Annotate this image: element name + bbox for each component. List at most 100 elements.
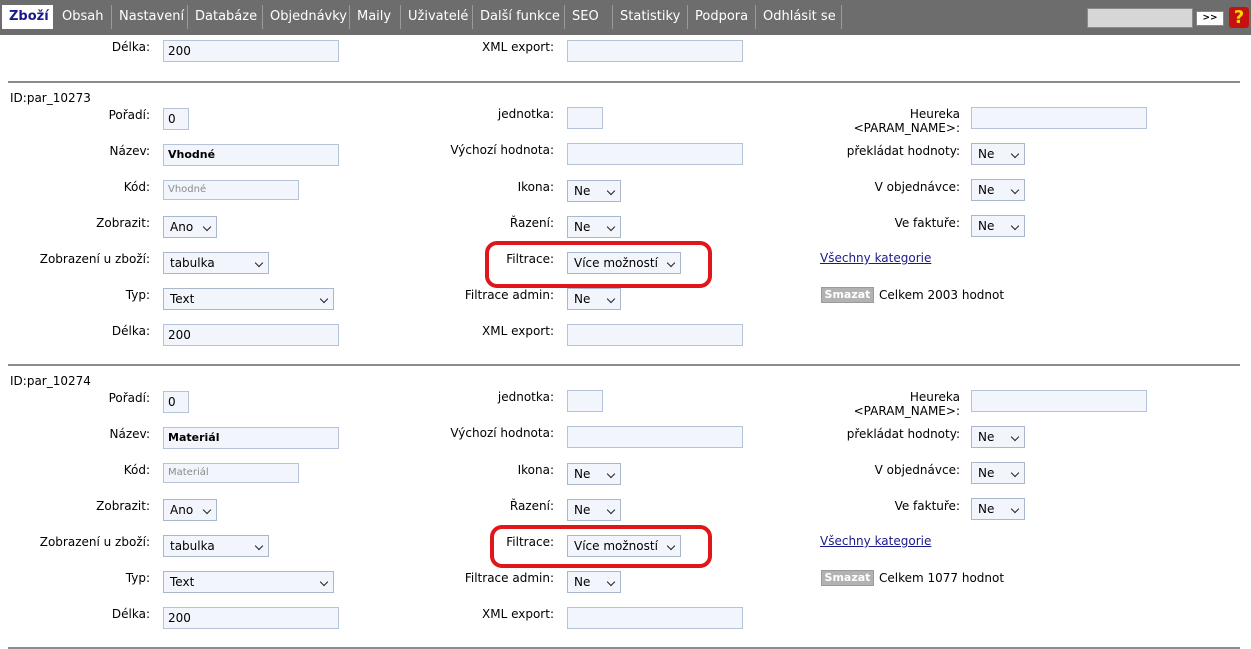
chevron-down-icon	[254, 258, 264, 268]
delete-button[interactable]: Smazat	[821, 570, 874, 586]
razeni-value: Ne	[574, 220, 591, 234]
section-divider	[8, 364, 1240, 366]
xml-export-label: XML export:	[482, 607, 554, 621]
search-go-button[interactable]: >>	[1196, 11, 1224, 26]
typ-label: Typ:	[125, 288, 150, 302]
chevron-down-icon	[606, 469, 616, 479]
zobrazeni-value: tabulka	[170, 539, 215, 553]
filtrace-admin-select[interactable]: Ne	[567, 571, 621, 593]
delka-input[interactable]: 200	[163, 40, 339, 62]
nav-item-zbozi[interactable]: Zboží	[2, 5, 53, 29]
help-icon[interactable]: ?	[1229, 7, 1249, 28]
nav-item-odhlasit[interactable]: Odhlásit se	[756, 5, 842, 29]
chevron-down-icon	[666, 541, 676, 551]
chevron-down-icon	[606, 222, 616, 232]
poradi-input[interactable]: 0	[163, 108, 189, 130]
vychozi-hodnota-input[interactable]	[567, 426, 743, 448]
razeni-select[interactable]: Ne	[567, 499, 621, 521]
values-count: Celkem 2003 hodnot	[879, 288, 1005, 302]
nazev-input[interactable]: Materiál	[163, 427, 339, 449]
ve-fakture-label: Ve faktuře:	[894, 216, 960, 230]
zobrazeni-label: Zobrazení u zboží:	[39, 535, 150, 549]
nav-item-objednavky[interactable]: Objednávky	[263, 5, 350, 29]
zobrazeni-select[interactable]: tabulka	[163, 535, 269, 557]
nav-item-maily[interactable]: Maily	[350, 5, 401, 29]
zobrazeni-select[interactable]: tabulka	[163, 252, 269, 274]
ve-fakture-value: Ne	[978, 219, 995, 233]
v-objednavce-label: V objednávce:	[874, 463, 960, 477]
heureka-input[interactable]	[971, 390, 1147, 412]
kod-input[interactable]: Vhodné	[163, 180, 299, 200]
nav-item-seo[interactable]: SEO	[565, 5, 613, 29]
nav-item-statistiky[interactable]: Statistiky	[613, 5, 688, 29]
chevron-down-icon	[606, 294, 616, 304]
delka-input[interactable]: 200	[163, 607, 339, 629]
ikona-select[interactable]: Ne	[567, 180, 621, 202]
filtrace-admin-select[interactable]: Ne	[567, 288, 621, 310]
zobrazit-select[interactable]: Ano	[163, 216, 217, 238]
v-objednavce-select[interactable]: Ne	[971, 462, 1025, 484]
nav-item-uzivatele[interactable]: Uživatelé	[401, 5, 473, 29]
ve-fakture-select[interactable]: Ne	[971, 498, 1025, 520]
chevron-down-icon	[1010, 185, 1020, 195]
zobrazit-label: Zobrazit:	[96, 216, 150, 230]
zobrazit-value: Ano	[170, 220, 194, 234]
typ-label: Typ:	[125, 571, 150, 585]
heureka-input[interactable]	[971, 107, 1147, 129]
section-id: ID:par_10274	[10, 374, 91, 388]
chevron-down-icon	[606, 186, 616, 196]
vychozi-hodnota-label: Výchozí hodnota:	[450, 143, 554, 157]
razeni-select[interactable]: Ne	[567, 216, 621, 238]
all-categories-link[interactable]: Všechny kategorie	[820, 251, 931, 265]
ikona-select[interactable]: Ne	[567, 463, 621, 485]
xml-export-input[interactable]	[567, 40, 743, 62]
zobrazeni-value: tabulka	[170, 256, 215, 270]
nav-item-obsah[interactable]: Obsah	[55, 5, 112, 29]
xml-export-label: XML export:	[482, 324, 554, 338]
filtrace-select[interactable]: Více možností	[567, 535, 681, 557]
prekladat-label: překládat hodnoty:	[846, 144, 960, 158]
kod-label: Kód:	[123, 463, 150, 477]
typ-value: Text	[170, 292, 195, 306]
filtrace-label: Filtrace:	[506, 535, 554, 549]
filtrace-admin-value: Ne	[574, 575, 591, 589]
zobrazit-select[interactable]: Ano	[163, 499, 217, 521]
delete-button[interactable]: Smazat	[821, 287, 874, 303]
poradi-label: Pořadí:	[108, 108, 150, 122]
filtrace-admin-label: Filtrace admin:	[464, 288, 554, 302]
nav-item-dalsi-funkce[interactable]: Další funkce	[473, 5, 565, 29]
nav-item-nastaveni[interactable]: Nastavení	[112, 5, 188, 29]
vychozi-hodnota-input[interactable]	[567, 143, 743, 165]
xml-export-input[interactable]	[567, 607, 743, 629]
nav-item-podpora[interactable]: Podpora	[688, 5, 756, 29]
top-navigation: Zboží Obsah Nastavení Databáze Objednávk…	[0, 0, 1251, 35]
jednotka-input[interactable]	[567, 390, 603, 412]
typ-select[interactable]: Text	[163, 571, 334, 593]
prekladat-label: překládat hodnoty:	[846, 427, 960, 441]
filtrace-select[interactable]: Více možností	[567, 252, 681, 274]
prekladat-select[interactable]: Ne	[971, 426, 1025, 448]
zobrazit-value: Ano	[170, 503, 194, 517]
xml-export-input[interactable]	[567, 324, 743, 346]
delka-input[interactable]: 200	[163, 324, 339, 346]
filtrace-admin-value: Ne	[574, 292, 591, 306]
ve-fakture-value: Ne	[978, 502, 995, 516]
kod-label: Kód:	[123, 180, 150, 194]
chevron-down-icon	[1010, 432, 1020, 442]
ikona-value: Ne	[574, 467, 591, 481]
search-input[interactable]	[1087, 8, 1193, 28]
kod-input[interactable]: Materiál	[163, 463, 299, 483]
ve-fakture-select[interactable]: Ne	[971, 215, 1025, 237]
chevron-down-icon	[606, 577, 616, 587]
all-categories-link[interactable]: Všechny kategorie	[820, 534, 931, 548]
poradi-input[interactable]: 0	[163, 391, 189, 413]
nav-item-databaze[interactable]: Databáze	[188, 5, 263, 29]
typ-select[interactable]: Text	[163, 288, 334, 310]
nazev-input[interactable]: Vhodné	[163, 144, 339, 166]
prekladat-select[interactable]: Ne	[971, 143, 1025, 165]
prekladat-value: Ne	[978, 147, 995, 161]
jednotka-input[interactable]	[567, 107, 603, 129]
chevron-down-icon	[202, 505, 212, 515]
v-objednavce-select[interactable]: Ne	[971, 179, 1025, 201]
heureka-label: Heureka <PARAM_NAME>:	[853, 390, 960, 418]
